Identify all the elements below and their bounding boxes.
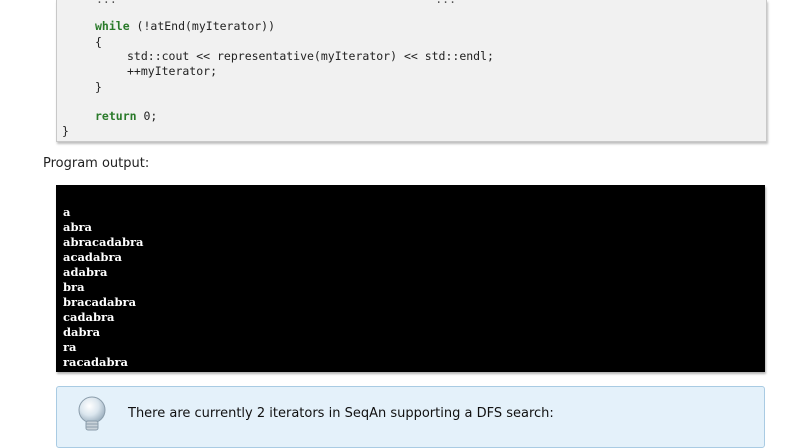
output-line: racadabra: [63, 355, 129, 369]
code-block: ... ... while (!atEnd(myIterator)) { std…: [56, 0, 767, 142]
code-return-value: 0;: [136, 109, 158, 123]
output-line: bracadabra: [63, 295, 137, 309]
lightbulb-icon: [78, 396, 106, 431]
program-output-heading: Program output:: [43, 156, 150, 171]
output-line: acadabra: [63, 250, 122, 264]
code-keyword-return: return: [95, 109, 137, 123]
output-line: ra: [63, 340, 77, 354]
code-line-open-brace: {: [95, 35, 102, 49]
code-line-return: return 0;: [95, 109, 157, 124]
code-line-while: while (!atEnd(myIterator)): [95, 19, 275, 34]
code-line-cout: std::cout << representative(myIterator) …: [127, 49, 494, 63]
code-outer-close-brace: }: [62, 124, 69, 138]
output-line: dabra: [63, 325, 101, 339]
output-line: adabra: [63, 265, 108, 279]
code-line-close-brace: }: [95, 80, 102, 94]
output-list: a abra abracadabra acadabra adabra bra bracada…: [63, 205, 144, 370]
output-line: abra: [63, 220, 93, 234]
code-line-increment: ++myIterator;: [127, 64, 218, 78]
code-keyword-while: while: [95, 19, 130, 33]
code-line-truncated: ... ...: [96, 0, 456, 7]
info-note: There are currently 2 iterators in SeqAn…: [56, 386, 765, 448]
note-text: There are currently 2 iterators in SeqAn…: [128, 406, 554, 421]
output-line: a: [63, 205, 71, 219]
program-output-console: a abra abracadabra acadabra adabra bra bracada…: [56, 185, 765, 372]
output-line: cadabra: [63, 310, 115, 324]
output-line: abracadabra: [63, 235, 144, 249]
code-while-condition: (!atEnd(myIterator)): [129, 19, 276, 33]
output-line: bra: [63, 280, 85, 294]
